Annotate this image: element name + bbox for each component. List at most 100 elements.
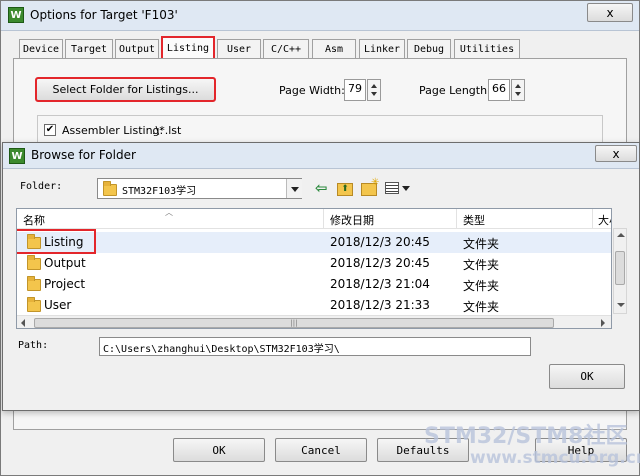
options-title: Options for Target 'F103' [30,8,178,22]
folder-icon [103,181,117,196]
folder-select-value: STM32F103学习 [122,186,197,197]
folder-modified: 2018/12/3 20:45 [330,235,430,249]
spin-up-icon [371,84,377,88]
tab-listing[interactable]: Listing [161,36,215,60]
tab-linker[interactable]: Linker [359,39,405,58]
folder-icon [27,297,41,312]
tab-label: Utilities [459,43,515,55]
button-label: Cancel [301,443,341,457]
tab-label: Linker [363,43,401,55]
tab-debug[interactable]: Debug [407,39,451,58]
tab-output[interactable]: Output [115,39,159,58]
back-arrow-icon[interactable]: ⇦ [315,180,331,196]
keil-app-icon: W [9,148,25,164]
details-view-icon [385,182,399,194]
browse-for-folder-dialog: W Browse for Folder x Folder: STM32F103学… [2,142,640,411]
list-item[interactable]: Output 2018/12/3 20:45 文件夹 [17,253,611,274]
folder-modified: 2018/12/3 21:04 [330,277,430,291]
button-label: OK [212,443,226,457]
options-close-button[interactable]: x [587,3,633,22]
folder-modified: 2018/12/3 20:45 [330,256,430,270]
folder-name: Output [44,256,86,270]
tab-device[interactable]: Device [19,39,63,58]
watermark-line1: STM32/STM8社区 [424,424,628,449]
column-label: 名称 [23,214,45,227]
up-folder-icon[interactable]: ⬆ [337,183,353,196]
column-header-name[interactable]: 名称 ︿ [17,209,324,229]
page-length-spinner[interactable] [511,79,525,101]
horizontal-scrollbar[interactable]: ||| [17,315,611,328]
browse-title: Browse for Folder [31,148,136,162]
folder-list[interactable]: 名称 ︿ 修改日期 类型 大小 Listing 2018/12/3 20:45 … [16,208,612,329]
tab-label: Target [70,43,108,55]
column-header-type[interactable]: 类型 [457,209,593,229]
browse-ok-button[interactable]: OK [549,364,625,389]
close-icon: x [606,5,614,20]
new-folder-icon[interactable]: ✳ [361,177,379,196]
folder-modified: 2018/12/3 21:33 [330,298,430,312]
options-cancel-button[interactable]: Cancel [275,438,367,462]
view-menu-icon[interactable] [385,181,413,197]
browse-close-button[interactable]: x [595,145,637,162]
chevron-down-icon [402,186,410,191]
options-ok-button[interactable]: OK [173,438,265,462]
column-label: 大小 [598,214,611,227]
page-width-input[interactable]: 79 [344,79,366,101]
spin-up-icon [515,84,521,88]
list-item[interactable]: User 2018/12/3 21:33 文件夹 [17,295,611,316]
folder-icon [27,276,41,291]
page-width-label: Page Width: [279,84,345,97]
chevron-down-icon [291,187,299,192]
tab-user[interactable]: User [217,39,261,58]
scroll-left-icon[interactable] [21,319,25,327]
close-icon: x [612,146,620,161]
folder-label: Folder: [20,181,63,192]
column-header-modified[interactable]: 修改日期 [324,209,457,229]
page-length-input[interactable]: 66 [488,79,510,101]
folder-type: 文件夹 [463,258,500,272]
tab-target[interactable]: Target [65,39,113,58]
assembler-listing-label: Assembler Listing: [62,124,164,137]
column-label: 修改日期 [330,214,374,227]
folder-select[interactable]: STM32F103学习 [97,178,302,199]
scroll-up-icon[interactable] [617,233,625,237]
checkmark-icon: ✔ [45,124,55,135]
page-length-label: Page Length: [419,84,491,97]
tab-label: Listing [166,43,210,54]
select-folder-label: Select Folder for Listings... [52,83,199,96]
list-item[interactable]: Project 2018/12/3 21:04 文件夹 [17,274,611,295]
page-width-spinner[interactable] [367,79,381,101]
folder-type: 文件夹 [463,237,500,251]
list-header: 名称 ︿ 修改日期 类型 大小 [17,209,611,229]
sparkle-icon: ✳ [371,177,380,188]
tab-asm[interactable]: Asm [312,39,356,58]
dropdown-button[interactable] [286,179,302,198]
tab-label: C/C++ [270,43,302,55]
assembler-listing-checkbox[interactable]: ✔ [44,124,56,136]
path-field[interactable]: C:\Users\zhanghui\Desktop\STM32F103学习\ [99,337,531,356]
spin-down-icon [515,92,521,96]
column-header-size[interactable]: 大小 [593,209,611,229]
tab-c-cpp[interactable]: C/C++ [263,39,309,58]
browse-titlebar: W Browse for Folder x [3,143,639,169]
tab-utilities[interactable]: Utilities [454,39,520,58]
path-label: Path: [18,340,49,351]
folder-type: 文件夹 [463,279,500,293]
scroll-thumb[interactable]: ||| [34,318,554,328]
tab-label: Device [22,43,60,55]
scroll-down-icon[interactable] [617,303,625,307]
select-folder-for-listings-button[interactable]: Select Folder for Listings... [35,77,216,102]
list-item[interactable]: Listing 2018/12/3 20:45 文件夹 [17,229,611,254]
assembler-listing-path: .\*.lst [152,124,182,137]
scroll-right-icon[interactable] [601,319,605,327]
vertical-scrollbar-track[interactable] [613,228,627,314]
watermark-line2: www.stmcu.org.cn [470,448,640,468]
tab-label: Debug [413,43,445,55]
scroll-vthumb[interactable] [615,251,625,285]
folder-name: Listing [44,235,84,249]
folder-icon [27,255,41,270]
options-titlebar: W Options for Target 'F103' x [1,1,639,31]
button-label: OK [580,370,594,383]
column-label: 类型 [463,214,485,227]
tab-label: User [226,43,252,55]
